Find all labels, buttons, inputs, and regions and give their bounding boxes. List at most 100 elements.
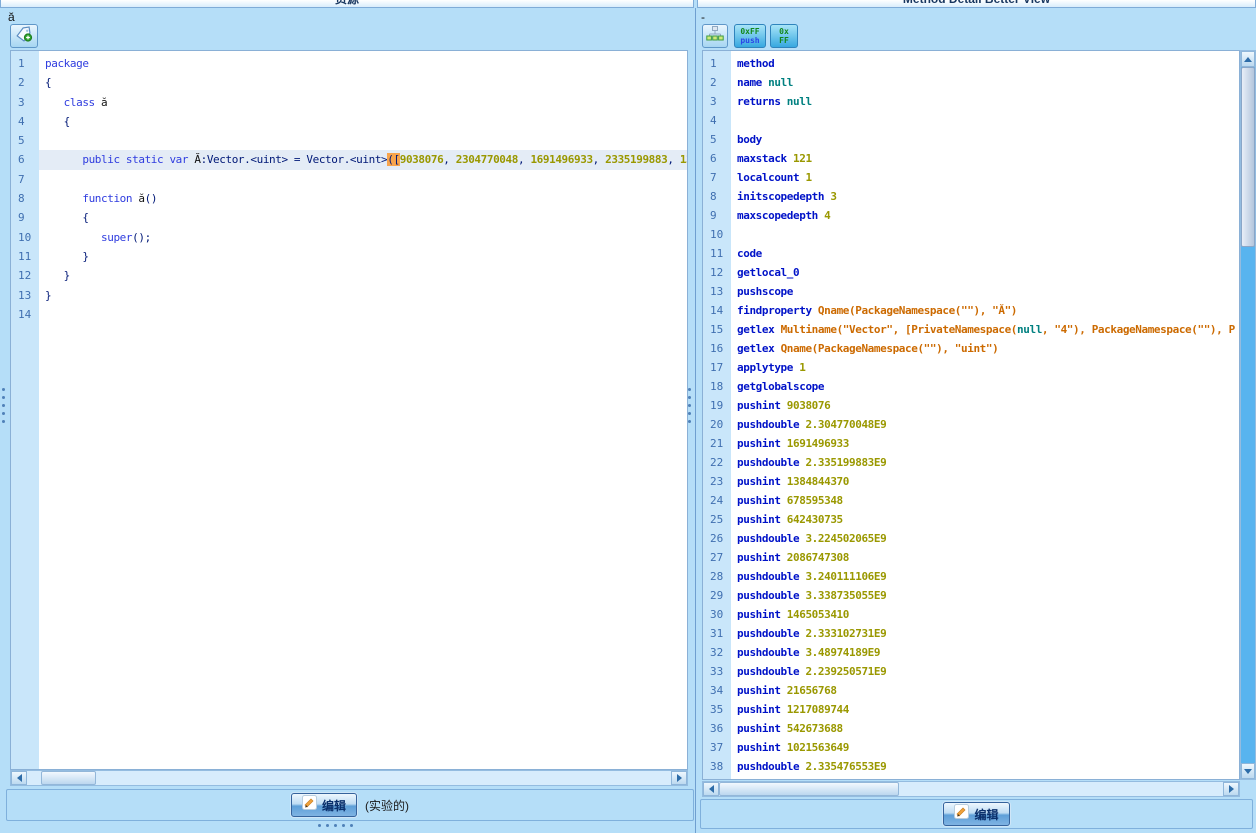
scroll-up-button[interactable] xyxy=(1241,51,1255,67)
line-number: 8 xyxy=(710,190,717,203)
pencil-icon xyxy=(954,804,970,824)
line-number: 5 xyxy=(18,134,25,148)
trait-name-label: - xyxy=(701,10,705,24)
line-number: 25 xyxy=(710,513,724,526)
code-text: findproperty Qname(PackageNamespace(""),… xyxy=(737,304,1018,317)
code-line: 5 xyxy=(11,131,687,150)
line-number: 9 xyxy=(18,211,25,225)
code-text: } xyxy=(63,269,71,283)
chevron-down-icon xyxy=(1244,768,1252,774)
dot-icon xyxy=(2,420,5,423)
line-number: 14 xyxy=(18,307,32,321)
dot-icon xyxy=(2,412,5,415)
code-line: 14 findproperty Qname(PackageNamespace(""… xyxy=(703,301,1239,320)
scroll-left-button[interactable] xyxy=(11,771,27,785)
code-line: 2{ xyxy=(11,73,687,92)
code-line: 39pushdouble 4.281459123E9 xyxy=(703,776,1239,779)
line-number: 6 xyxy=(18,153,25,167)
line-number: 21 xyxy=(710,437,724,450)
dot-icon xyxy=(688,388,691,391)
line-number: 3 xyxy=(710,95,717,108)
line-number: 19 xyxy=(710,399,724,412)
dot-icon xyxy=(688,420,691,423)
left-panel-header: 资源 xyxy=(0,0,694,8)
line-number: 2 xyxy=(18,76,25,90)
scroll-right-button[interactable] xyxy=(671,771,687,785)
code-line: 14 xyxy=(11,305,687,324)
code-line: 17 applytype 1 xyxy=(703,358,1239,377)
scroll-down-button[interactable] xyxy=(1241,763,1255,779)
line-number: 31 xyxy=(710,627,724,640)
bottom-split-handle[interactable] xyxy=(318,824,353,827)
script-name-label: ă xyxy=(8,10,15,24)
code-line: 15 getlex Multiname("Vector", [PrivateNam… xyxy=(703,320,1239,339)
scrollbar-thumb[interactable] xyxy=(41,771,96,785)
right-vertical-scrollbar[interactable] xyxy=(1240,50,1256,780)
code-text: body xyxy=(737,133,762,146)
code-line: 19 pushint 9038076 xyxy=(703,396,1239,415)
code-line: 32 pushdouble 3.48974189E9 xyxy=(703,643,1239,662)
code-line: 9 { xyxy=(11,208,687,227)
source-code: 1 package 2{3 class ă4 {5 6 public static v… xyxy=(11,54,687,324)
line-number: 27 xyxy=(710,551,724,564)
code-text: pushint 1465053410 xyxy=(737,608,850,621)
code-line: 31 pushdouble 2.333102731E9 xyxy=(703,624,1239,643)
scroll-left-button[interactable] xyxy=(703,782,719,796)
code-text: returns null xyxy=(737,95,812,108)
code-text: pushdouble 2.239250571E9 xyxy=(737,665,887,678)
code-text: } xyxy=(45,288,52,302)
edit-source-button[interactable]: 编辑 xyxy=(290,793,357,817)
line-number: 30 xyxy=(710,608,724,621)
scrollbar-thumb[interactable] xyxy=(719,782,899,796)
code-line: 11 } xyxy=(11,247,687,266)
code-line: 29 pushdouble 3.338735055E9 xyxy=(703,586,1239,605)
code-line: 34 pushint 21656768 xyxy=(703,681,1239,700)
code-line: 38 pushdouble 2.335476553E9 xyxy=(703,757,1239,776)
scrollbar-thumb[interactable] xyxy=(1241,67,1255,247)
dot-icon xyxy=(688,396,691,399)
code-line: 23 pushint 1384844370 xyxy=(703,472,1239,491)
hex-view-button[interactable]: 0xFF push xyxy=(734,24,766,48)
chevron-right-icon xyxy=(676,774,682,782)
add-trait-button[interactable] xyxy=(10,24,38,48)
code-text: name null xyxy=(737,76,794,89)
chevron-right-icon xyxy=(1228,785,1234,793)
edit-pcode-button[interactable]: 编辑 xyxy=(943,802,1010,826)
code-line: 25 pushint 642430735 xyxy=(703,510,1239,529)
line-number: 10 xyxy=(18,230,32,244)
graph-view-button[interactable] xyxy=(702,24,728,48)
dot-icon xyxy=(2,404,5,407)
hex-button-bottom-label: push xyxy=(740,36,760,45)
code-line: 5 body xyxy=(703,130,1239,149)
scroll-right-button[interactable] xyxy=(1223,782,1239,796)
source-editor[interactable]: 1 package 2{3 class ă4 {5 6 public static v… xyxy=(10,50,688,770)
line-number: 28 xyxy=(710,570,724,583)
line-number: 7 xyxy=(18,172,25,186)
code-line: 8 initscopedepth 3 xyxy=(703,187,1239,206)
tag-plus-icon xyxy=(15,25,33,47)
line-number: 2 xyxy=(710,76,717,89)
outer-split-handle[interactable] xyxy=(1,388,6,423)
line-number: 5 xyxy=(710,133,717,146)
code-text: maxstack 121 xyxy=(737,152,812,165)
dot-icon xyxy=(334,824,337,827)
code-line: 3 returns null xyxy=(703,92,1239,111)
dot-icon xyxy=(688,412,691,415)
experimental-label: (实验的) xyxy=(365,798,409,813)
code-text: pushdouble 3.338735055E9 xyxy=(737,589,887,602)
code-line: 8 function ă() xyxy=(11,189,687,208)
right-panel-header: Method Detail Better View xyxy=(697,0,1256,8)
hex-only-view-button[interactable]: 0x FF xyxy=(770,24,798,48)
line-number: 1 xyxy=(710,57,717,70)
chevron-up-icon xyxy=(1244,56,1252,62)
code-text: pushint 1021563649 xyxy=(737,741,850,754)
code-text: pushint 1384844370 xyxy=(737,475,850,488)
left-horizontal-scrollbar[interactable] xyxy=(10,770,688,786)
pcode-editor[interactable]: 1 method 2 name null 3 returns null 4 5 body 6 max… xyxy=(702,50,1240,780)
dot-icon xyxy=(326,824,329,827)
code-text: pushdouble 3.48974189E9 xyxy=(737,646,881,659)
right-horizontal-scrollbar[interactable] xyxy=(702,781,1240,797)
code-text: getlex Multiname("Vector", [PrivateNames… xyxy=(737,323,1235,336)
code-text: pushscope xyxy=(737,285,794,298)
